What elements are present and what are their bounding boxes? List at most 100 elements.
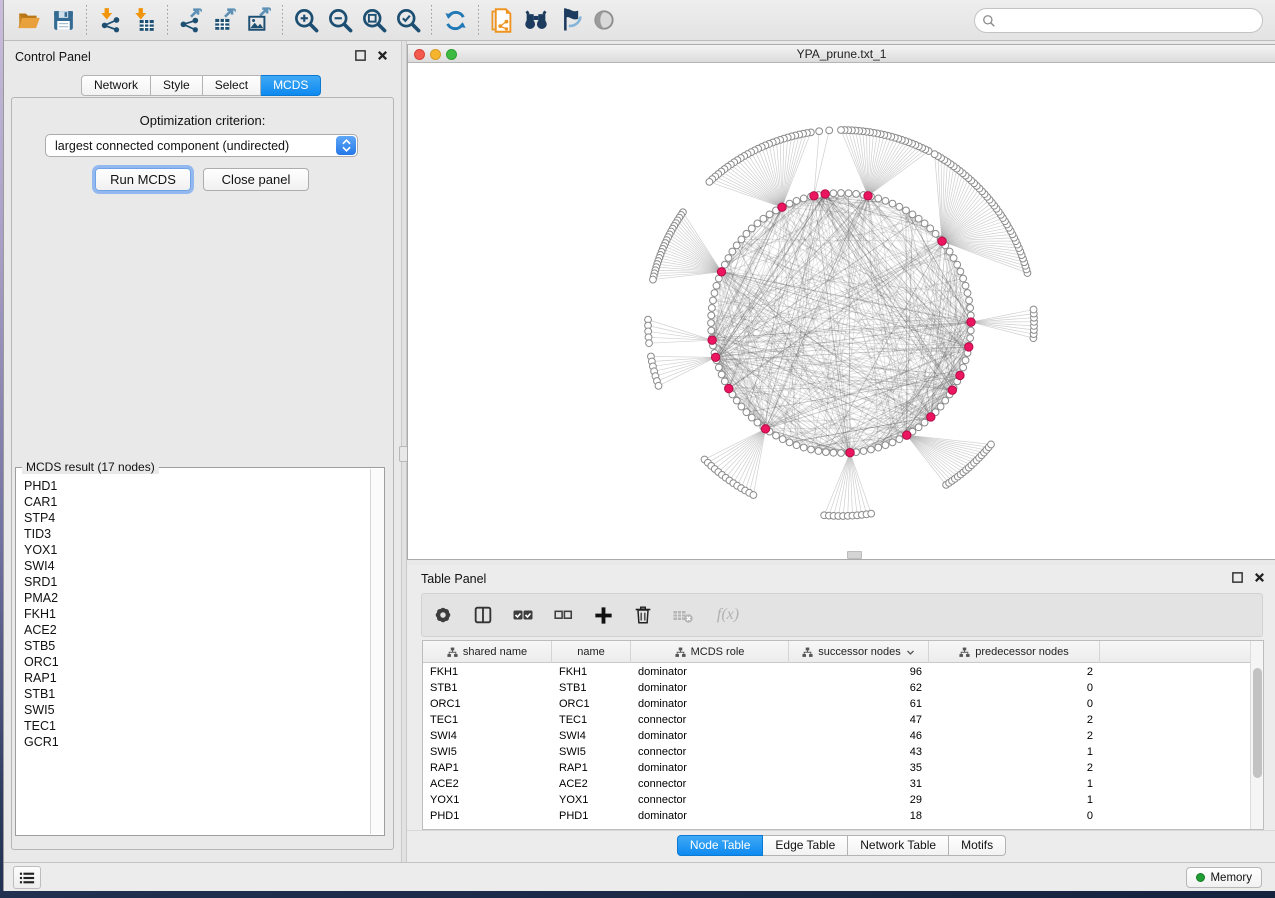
graph-node[interactable]	[966, 297, 973, 304]
graph-hub-node[interactable]	[846, 448, 854, 456]
graph-node[interactable]	[830, 190, 837, 197]
graph-node[interactable]	[733, 242, 740, 249]
graph-node[interactable]	[710, 297, 717, 304]
graph-hub-node[interactable]	[927, 413, 935, 421]
refresh-view-button[interactable]	[438, 3, 472, 37]
tab-motifs[interactable]: Motifs	[949, 835, 1006, 856]
mcds-result-item[interactable]: GCR1	[24, 734, 369, 750]
create-column-button[interactable]	[590, 602, 616, 628]
graph-node[interactable]	[942, 397, 949, 404]
graph-leaf-node[interactable]	[931, 151, 938, 158]
mcds-result-item[interactable]: PMA2	[24, 590, 369, 606]
show-all-columns-button[interactable]	[510, 602, 536, 628]
graph-node[interactable]	[754, 419, 761, 426]
table-row[interactable]: PHD1PHD1dominator180	[423, 808, 1249, 824]
graph-node[interactable]	[766, 211, 773, 218]
mcds-result-item[interactable]: ACE2	[24, 622, 369, 638]
zoom-out-button[interactable]	[323, 3, 357, 37]
graph-leaf-node[interactable]	[868, 510, 875, 517]
close-panel-action-button[interactable]: Close panel	[203, 168, 309, 191]
save-session-button[interactable]	[46, 3, 80, 37]
graph-node[interactable]	[793, 197, 800, 204]
graph-node[interactable]	[896, 436, 903, 443]
result-scrollbar[interactable]	[370, 469, 384, 834]
graph-hub-node[interactable]	[864, 192, 872, 200]
graph-node[interactable]	[738, 236, 745, 243]
graph-node[interactable]	[967, 335, 974, 342]
tab-edge-table[interactable]: Edge Table	[763, 835, 848, 856]
mcds-result-item[interactable]: RAP1	[24, 670, 369, 686]
mcds-result-item[interactable]: TEC1	[24, 718, 369, 734]
graph-hub-node[interactable]	[717, 268, 725, 276]
graph-hub-node[interactable]	[761, 425, 769, 433]
graph-hub-node[interactable]	[965, 343, 973, 351]
graph-node[interactable]	[800, 444, 807, 451]
mcds-result-item[interactable]: SWI5	[24, 702, 369, 718]
table-row[interactable]: SWI4SWI4dominator462	[423, 728, 1249, 744]
graph-node[interactable]	[853, 190, 860, 197]
optimization-criterion-select[interactable]: largest connected component (undirected)	[45, 134, 358, 157]
graph-hub-node[interactable]	[821, 190, 829, 198]
export-image-button[interactable]	[242, 3, 276, 37]
graph-node[interactable]	[860, 448, 867, 455]
import-table-button[interactable]	[127, 3, 161, 37]
graph-hub-node[interactable]	[938, 237, 946, 245]
hide-graphics-details-button[interactable]	[553, 3, 587, 37]
graph-node[interactable]	[808, 446, 815, 453]
graph-node[interactable]	[743, 409, 750, 416]
graph-node[interactable]	[708, 320, 715, 327]
delete-columns-button[interactable]	[630, 602, 656, 628]
graph-node[interactable]	[889, 200, 896, 207]
graph-leaf-node[interactable]	[1030, 306, 1037, 313]
graph-node[interactable]	[793, 442, 800, 449]
tab-style[interactable]: Style	[151, 75, 203, 96]
mcds-result-item[interactable]: STP4	[24, 510, 369, 526]
mcds-result-item[interactable]: FKH1	[24, 606, 369, 622]
column-header-shared-name[interactable]: shared name	[423, 641, 552, 663]
table-row[interactable]: ORC1ORC1dominator610	[423, 696, 1249, 712]
export-table-button[interactable]	[208, 3, 242, 37]
graph-node[interactable]	[713, 282, 720, 289]
tab-mcds[interactable]: MCDS	[261, 75, 321, 96]
graph-node[interactable]	[773, 432, 780, 439]
graph-node[interactable]	[909, 211, 916, 218]
share-network-file-button[interactable]	[485, 3, 519, 37]
graph-hub-node[interactable]	[903, 431, 911, 439]
graph-node[interactable]	[889, 439, 896, 446]
graph-node[interactable]	[932, 230, 939, 237]
graph-node[interactable]	[875, 444, 882, 451]
mcds-result-item[interactable]: SRD1	[24, 574, 369, 590]
export-network-button[interactable]	[174, 3, 208, 37]
mcds-result-item[interactable]: STB5	[24, 638, 369, 654]
graph-node[interactable]	[915, 215, 922, 222]
graph-node[interactable]	[838, 190, 845, 197]
table-row[interactable]: RAP1RAP1dominator352	[423, 760, 1249, 776]
graph-node[interactable]	[830, 449, 837, 456]
graph-hub-node[interactable]	[778, 203, 786, 211]
graph-leaf-node[interactable]	[826, 127, 833, 134]
graph-node[interactable]	[786, 200, 793, 207]
tab-select[interactable]: Select	[203, 75, 261, 96]
graph-node[interactable]	[868, 446, 875, 453]
graph-node[interactable]	[779, 436, 786, 443]
search-network-button[interactable]	[519, 3, 553, 37]
import-network-button[interactable]	[93, 3, 127, 37]
column-header-MCDS-role[interactable]: MCDS role	[631, 641, 789, 663]
graph-node[interactable]	[882, 197, 889, 204]
graph-node[interactable]	[733, 397, 740, 404]
delete-table-button[interactable]	[670, 602, 696, 628]
memory-button[interactable]: Memory	[1186, 867, 1262, 888]
show-panels-list-button[interactable]	[13, 866, 41, 889]
graph-node[interactable]	[748, 414, 755, 421]
toggle-panes-button[interactable]	[470, 602, 496, 628]
table-scrollbar[interactable]	[1250, 641, 1263, 829]
table-settings-button[interactable]	[430, 602, 456, 628]
graph-node[interactable]	[921, 419, 928, 426]
zoom-in-button[interactable]	[289, 3, 323, 37]
graph-leaf-node[interactable]	[706, 178, 713, 185]
mcds-result-item[interactable]: CAR1	[24, 494, 369, 510]
float-panel-button[interactable]	[353, 49, 367, 63]
float-table-panel-button[interactable]	[1230, 571, 1244, 585]
network-window-titlebar[interactable]: YPA_prune.txt_1	[408, 45, 1275, 63]
graph-node[interactable]	[800, 195, 807, 202]
